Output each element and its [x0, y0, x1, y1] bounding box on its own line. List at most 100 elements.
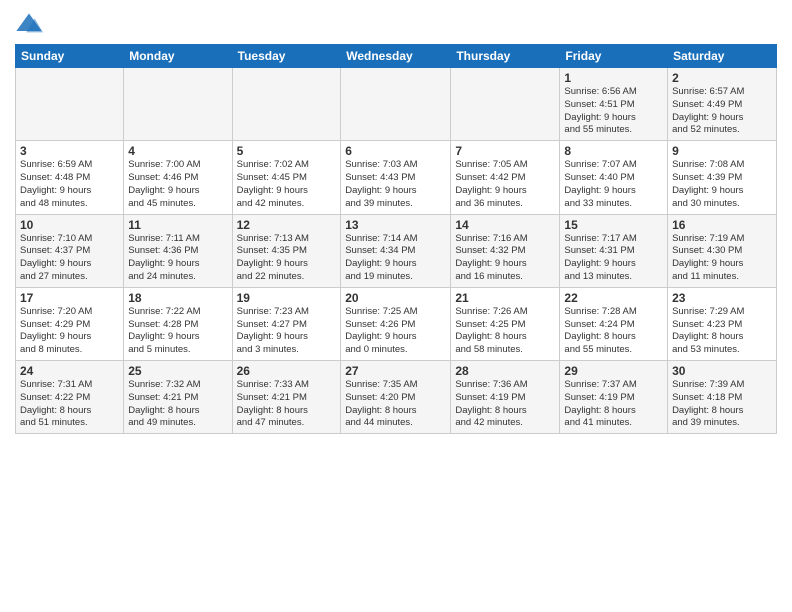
weekday-header-thursday: Thursday [451, 45, 560, 68]
calendar-cell: 21Sunrise: 7:26 AM Sunset: 4:25 PM Dayli… [451, 287, 560, 360]
day-info: Sunrise: 7:31 AM Sunset: 4:22 PM Dayligh… [20, 379, 119, 430]
weekday-header-tuesday: Tuesday [232, 45, 341, 68]
day-number: 14 [455, 218, 555, 232]
calendar-cell: 2Sunrise: 6:57 AM Sunset: 4:49 PM Daylig… [668, 68, 777, 141]
day-number: 3 [20, 144, 119, 158]
day-number: 5 [237, 144, 337, 158]
calendar-cell: 8Sunrise: 7:07 AM Sunset: 4:40 PM Daylig… [560, 141, 668, 214]
day-number: 10 [20, 218, 119, 232]
day-number: 28 [455, 364, 555, 378]
day-number: 9 [672, 144, 772, 158]
calendar-cell: 7Sunrise: 7:05 AM Sunset: 4:42 PM Daylig… [451, 141, 560, 214]
day-info: Sunrise: 7:25 AM Sunset: 4:26 PM Dayligh… [345, 306, 446, 357]
day-info: Sunrise: 7:29 AM Sunset: 4:23 PM Dayligh… [672, 306, 772, 357]
day-info: Sunrise: 7:16 AM Sunset: 4:32 PM Dayligh… [455, 233, 555, 284]
calendar-row-4: 17Sunrise: 7:20 AM Sunset: 4:29 PM Dayli… [16, 287, 777, 360]
day-number: 6 [345, 144, 446, 158]
day-info: Sunrise: 6:57 AM Sunset: 4:49 PM Dayligh… [672, 86, 772, 137]
weekday-header-wednesday: Wednesday [341, 45, 451, 68]
calendar-table: SundayMondayTuesdayWednesdayThursdayFrid… [15, 44, 777, 434]
day-info: Sunrise: 7:10 AM Sunset: 4:37 PM Dayligh… [20, 233, 119, 284]
day-info: Sunrise: 7:32 AM Sunset: 4:21 PM Dayligh… [128, 379, 227, 430]
calendar-cell: 11Sunrise: 7:11 AM Sunset: 4:36 PM Dayli… [124, 214, 232, 287]
calendar-cell: 5Sunrise: 7:02 AM Sunset: 4:45 PM Daylig… [232, 141, 341, 214]
day-number: 18 [128, 291, 227, 305]
page-container: SundayMondayTuesdayWednesdayThursdayFrid… [0, 0, 792, 439]
day-info: Sunrise: 7:22 AM Sunset: 4:28 PM Dayligh… [128, 306, 227, 357]
calendar-cell: 1Sunrise: 6:56 AM Sunset: 4:51 PM Daylig… [560, 68, 668, 141]
day-info: Sunrise: 7:37 AM Sunset: 4:19 PM Dayligh… [564, 379, 663, 430]
day-number: 7 [455, 144, 555, 158]
calendar-cell: 13Sunrise: 7:14 AM Sunset: 4:34 PM Dayli… [341, 214, 451, 287]
day-info: Sunrise: 7:26 AM Sunset: 4:25 PM Dayligh… [455, 306, 555, 357]
day-number: 20 [345, 291, 446, 305]
day-number: 15 [564, 218, 663, 232]
calendar-cell: 29Sunrise: 7:37 AM Sunset: 4:19 PM Dayli… [560, 361, 668, 434]
weekday-header-monday: Monday [124, 45, 232, 68]
calendar-cell: 28Sunrise: 7:36 AM Sunset: 4:19 PM Dayli… [451, 361, 560, 434]
calendar-cell: 10Sunrise: 7:10 AM Sunset: 4:37 PM Dayli… [16, 214, 124, 287]
logo-icon [15, 10, 43, 38]
day-info: Sunrise: 7:23 AM Sunset: 4:27 PM Dayligh… [237, 306, 337, 357]
calendar-row-5: 24Sunrise: 7:31 AM Sunset: 4:22 PM Dayli… [16, 361, 777, 434]
day-number: 16 [672, 218, 772, 232]
day-info: Sunrise: 7:11 AM Sunset: 4:36 PM Dayligh… [128, 233, 227, 284]
calendar-row-2: 3Sunrise: 6:59 AM Sunset: 4:48 PM Daylig… [16, 141, 777, 214]
day-info: Sunrise: 7:00 AM Sunset: 4:46 PM Dayligh… [128, 159, 227, 210]
calendar-cell: 14Sunrise: 7:16 AM Sunset: 4:32 PM Dayli… [451, 214, 560, 287]
day-info: Sunrise: 7:08 AM Sunset: 4:39 PM Dayligh… [672, 159, 772, 210]
calendar-row-3: 10Sunrise: 7:10 AM Sunset: 4:37 PM Dayli… [16, 214, 777, 287]
day-number: 30 [672, 364, 772, 378]
day-info: Sunrise: 7:17 AM Sunset: 4:31 PM Dayligh… [564, 233, 663, 284]
calendar-cell: 24Sunrise: 7:31 AM Sunset: 4:22 PM Dayli… [16, 361, 124, 434]
weekday-header-row: SundayMondayTuesdayWednesdayThursdayFrid… [16, 45, 777, 68]
calendar-cell: 6Sunrise: 7:03 AM Sunset: 4:43 PM Daylig… [341, 141, 451, 214]
calendar-cell: 18Sunrise: 7:22 AM Sunset: 4:28 PM Dayli… [124, 287, 232, 360]
day-info: Sunrise: 7:36 AM Sunset: 4:19 PM Dayligh… [455, 379, 555, 430]
logo [15, 10, 47, 38]
calendar-cell [451, 68, 560, 141]
day-number: 11 [128, 218, 227, 232]
calendar-cell: 12Sunrise: 7:13 AM Sunset: 4:35 PM Dayli… [232, 214, 341, 287]
day-number: 13 [345, 218, 446, 232]
day-number: 12 [237, 218, 337, 232]
calendar-cell: 15Sunrise: 7:17 AM Sunset: 4:31 PM Dayli… [560, 214, 668, 287]
calendar-cell: 9Sunrise: 7:08 AM Sunset: 4:39 PM Daylig… [668, 141, 777, 214]
page-header [15, 10, 777, 38]
calendar-cell: 19Sunrise: 7:23 AM Sunset: 4:27 PM Dayli… [232, 287, 341, 360]
calendar-cell [341, 68, 451, 141]
day-info: Sunrise: 7:03 AM Sunset: 4:43 PM Dayligh… [345, 159, 446, 210]
calendar-cell: 4Sunrise: 7:00 AM Sunset: 4:46 PM Daylig… [124, 141, 232, 214]
day-number: 27 [345, 364, 446, 378]
calendar-cell [124, 68, 232, 141]
weekday-header-friday: Friday [560, 45, 668, 68]
weekday-header-saturday: Saturday [668, 45, 777, 68]
calendar-cell: 16Sunrise: 7:19 AM Sunset: 4:30 PM Dayli… [668, 214, 777, 287]
calendar-cell: 26Sunrise: 7:33 AM Sunset: 4:21 PM Dayli… [232, 361, 341, 434]
day-info: Sunrise: 7:39 AM Sunset: 4:18 PM Dayligh… [672, 379, 772, 430]
day-info: Sunrise: 6:56 AM Sunset: 4:51 PM Dayligh… [564, 86, 663, 137]
day-info: Sunrise: 7:19 AM Sunset: 4:30 PM Dayligh… [672, 233, 772, 284]
day-info: Sunrise: 7:28 AM Sunset: 4:24 PM Dayligh… [564, 306, 663, 357]
calendar-cell [16, 68, 124, 141]
day-info: Sunrise: 7:02 AM Sunset: 4:45 PM Dayligh… [237, 159, 337, 210]
day-info: Sunrise: 7:35 AM Sunset: 4:20 PM Dayligh… [345, 379, 446, 430]
day-number: 21 [455, 291, 555, 305]
calendar-cell: 20Sunrise: 7:25 AM Sunset: 4:26 PM Dayli… [341, 287, 451, 360]
calendar-cell [232, 68, 341, 141]
day-number: 26 [237, 364, 337, 378]
day-info: Sunrise: 6:59 AM Sunset: 4:48 PM Dayligh… [20, 159, 119, 210]
day-number: 17 [20, 291, 119, 305]
day-info: Sunrise: 7:20 AM Sunset: 4:29 PM Dayligh… [20, 306, 119, 357]
day-number: 23 [672, 291, 772, 305]
day-info: Sunrise: 7:05 AM Sunset: 4:42 PM Dayligh… [455, 159, 555, 210]
day-info: Sunrise: 7:14 AM Sunset: 4:34 PM Dayligh… [345, 233, 446, 284]
day-info: Sunrise: 7:13 AM Sunset: 4:35 PM Dayligh… [237, 233, 337, 284]
calendar-cell: 30Sunrise: 7:39 AM Sunset: 4:18 PM Dayli… [668, 361, 777, 434]
calendar-row-1: 1Sunrise: 6:56 AM Sunset: 4:51 PM Daylig… [16, 68, 777, 141]
calendar-cell: 22Sunrise: 7:28 AM Sunset: 4:24 PM Dayli… [560, 287, 668, 360]
day-info: Sunrise: 7:33 AM Sunset: 4:21 PM Dayligh… [237, 379, 337, 430]
calendar-cell: 27Sunrise: 7:35 AM Sunset: 4:20 PM Dayli… [341, 361, 451, 434]
day-number: 2 [672, 71, 772, 85]
calendar-cell: 23Sunrise: 7:29 AM Sunset: 4:23 PM Dayli… [668, 287, 777, 360]
